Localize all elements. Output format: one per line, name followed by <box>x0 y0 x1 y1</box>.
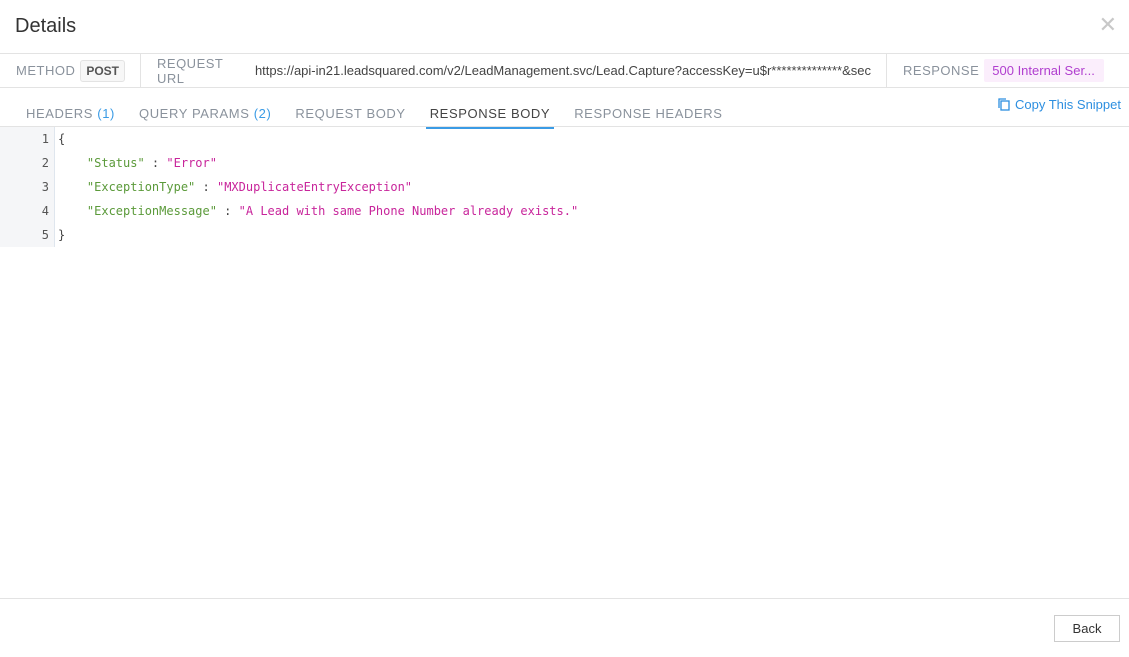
response-cell: RESPONSE 500 Internal Ser... <box>887 54 1105 87</box>
url-cell: REQUEST URL https://api-in21.leadsquared… <box>141 54 888 87</box>
request-summary: METHOD POST REQUEST URL https://api-in21… <box>0 53 1129 88</box>
url-label: REQUEST URL <box>157 55 224 86</box>
code-line: 3 "ExceptionType" : "MXDuplicateEntryExc… <box>0 175 1129 199</box>
json-sep: : <box>216 204 239 218</box>
code-line: 5} <box>0 223 1129 247</box>
response-label: RESPONSE <box>903 63 980 78</box>
code-text: } <box>58 228 66 242</box>
line-number: 3 <box>0 175 55 199</box>
code-line: 4 "ExceptionMessage" : "A Lead with same… <box>0 199 1129 223</box>
tab-count: (2) <box>253 106 272 121</box>
tab-count: (1) <box>97 106 115 121</box>
copy-icon <box>998 98 1010 111</box>
code-line: 1{ <box>0 127 1129 151</box>
json-value: "A Lead with same Phone Number already e… <box>238 204 579 218</box>
status-badge: 500 Internal Ser... <box>984 59 1105 82</box>
tab-label: HEADERS <box>26 106 94 121</box>
tab-request-body[interactable]: REQUEST BODY <box>291 98 409 129</box>
line-number: 5 <box>0 223 55 247</box>
json-key: "ExceptionMessage" <box>86 204 217 218</box>
code-viewer[interactable]: 1{ 2 "Status" : "Error" 3 "ExceptionType… <box>0 127 1129 247</box>
tab-response-headers[interactable]: RESPONSE HEADERS <box>570 98 726 129</box>
footer-divider <box>0 598 1129 599</box>
copy-snippet-button[interactable]: Copy This Snippet <box>998 97 1121 112</box>
dialog-title: Details <box>15 15 77 37</box>
code-text: { <box>58 132 66 146</box>
line-number: 2 <box>0 151 55 175</box>
json-key: "ExceptionType" <box>86 180 196 194</box>
json-key: "Status" <box>86 156 145 170</box>
json-value: "MXDuplicateEntryException" <box>216 180 413 194</box>
line-number: 1 <box>0 127 55 151</box>
close-icon[interactable]: ✕ <box>1099 12 1117 38</box>
json-sep: : <box>144 156 167 170</box>
tab-label: QUERY PARAMS <box>138 106 250 121</box>
method-badge: POST <box>80 59 126 82</box>
method-cell: METHOD POST <box>0 54 142 87</box>
line-number: 4 <box>0 199 55 223</box>
tab-bar: HEADERS (1) QUERY PARAMS (2) REQUEST BOD… <box>22 98 743 129</box>
method-label: METHOD <box>16 63 76 78</box>
back-button[interactable]: Back <box>1054 615 1120 642</box>
tab-headers[interactable]: HEADERS (1) <box>22 98 119 129</box>
copy-snippet-label: Copy This Snippet <box>1015 97 1121 112</box>
code-line: 2 "Status" : "Error" <box>0 151 1129 175</box>
tab-query-params[interactable]: QUERY PARAMS (2) <box>135 98 275 129</box>
json-sep: : <box>195 180 217 194</box>
json-value: "Error" <box>166 156 217 170</box>
request-url: https://api-in21.leadsquared.com/v2/Lead… <box>254 63 872 78</box>
tab-response-body[interactable]: RESPONSE BODY <box>425 98 555 129</box>
